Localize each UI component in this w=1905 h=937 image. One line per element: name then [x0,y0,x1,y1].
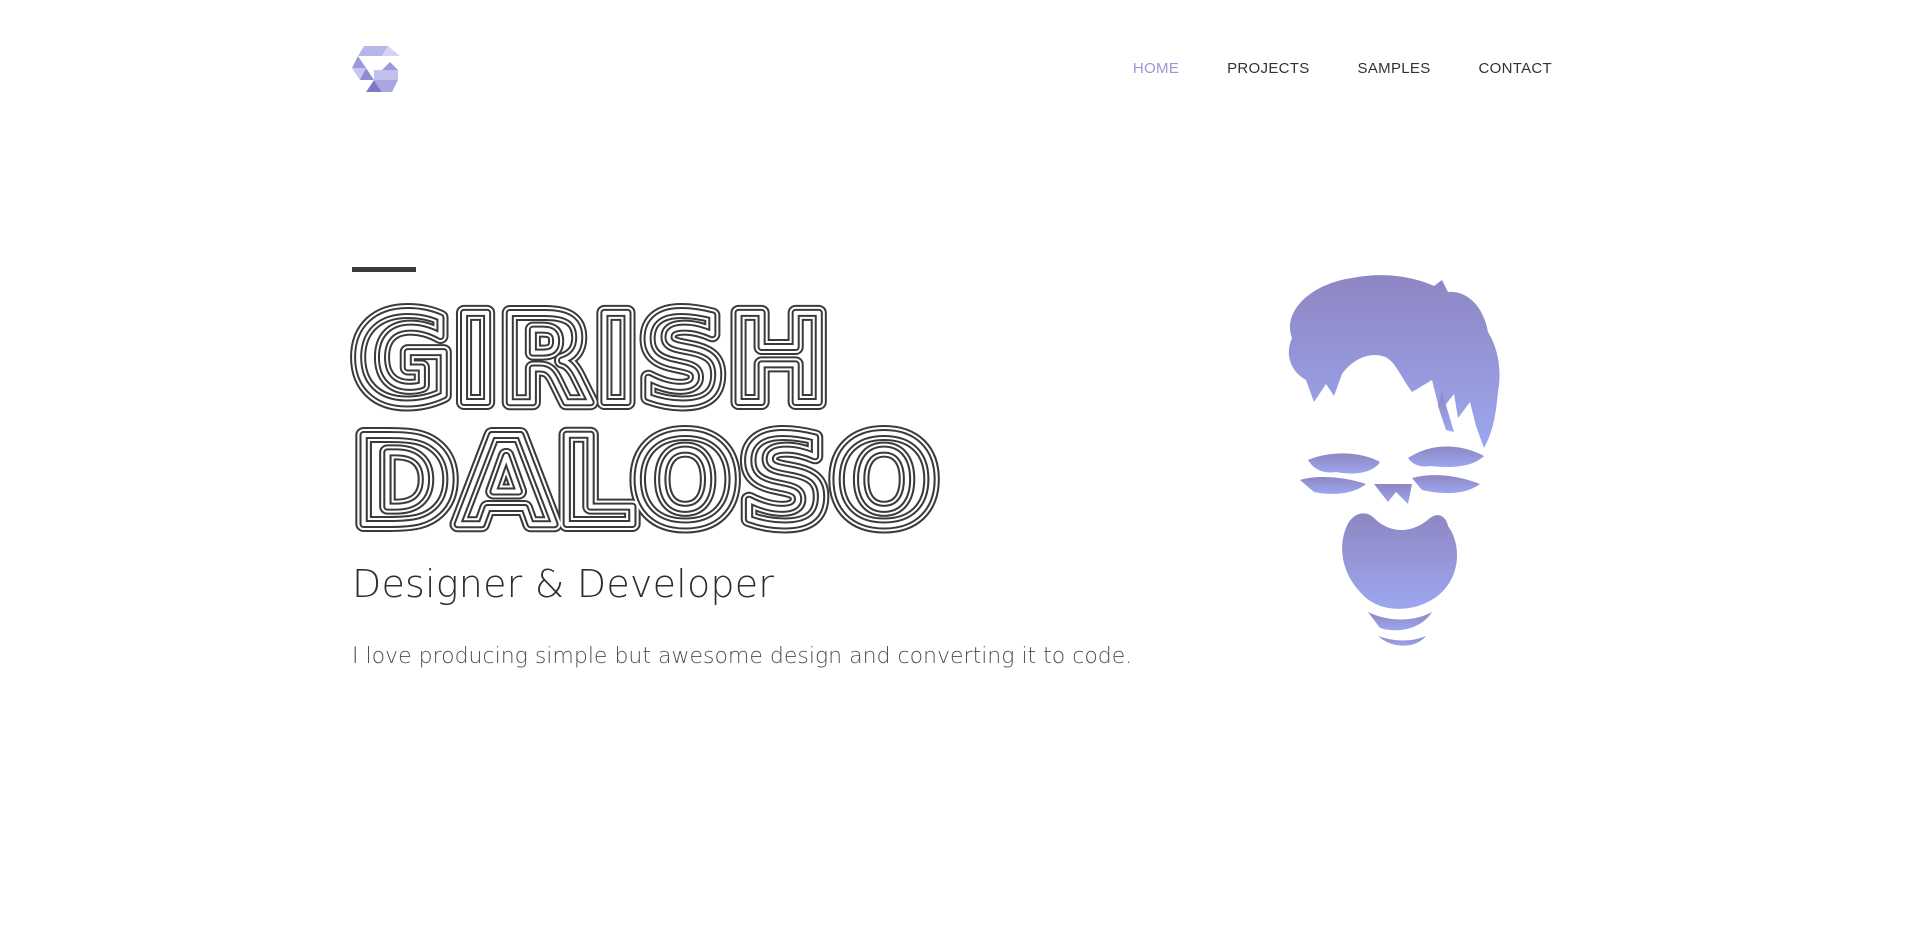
nav-samples[interactable]: SAMPLES [1358,60,1431,77]
nav-projects[interactable]: PROJECTS [1227,60,1309,77]
last-name-text: DALOSO DALOSO DALOSO DALOSO DALOSO DALOS… [350,403,946,536]
main-nav: HOME PROJECTS SAMPLES CONTACT [1133,60,1552,77]
svg-text:DALOSO: DALOSO [352,411,938,536]
site-header: HOME PROJECTS SAMPLES CONTACT [352,46,1552,94]
logo-icon[interactable] [352,46,400,92]
hero-role: Designer & Developer [352,562,775,606]
hero-name: .ln { font-family: "DejaVu Sans", sans-s… [350,296,946,536]
face-illustration-icon [1288,275,1500,646]
hero-tagline: I love producing simple but awesome desi… [352,644,1133,669]
nav-contact[interactable]: CONTACT [1479,60,1552,77]
page: HOME PROJECTS SAMPLES CONTACT .ln { font… [0,0,1905,937]
hero-accent-dash [352,267,416,272]
nav-home[interactable]: HOME [1133,60,1179,77]
